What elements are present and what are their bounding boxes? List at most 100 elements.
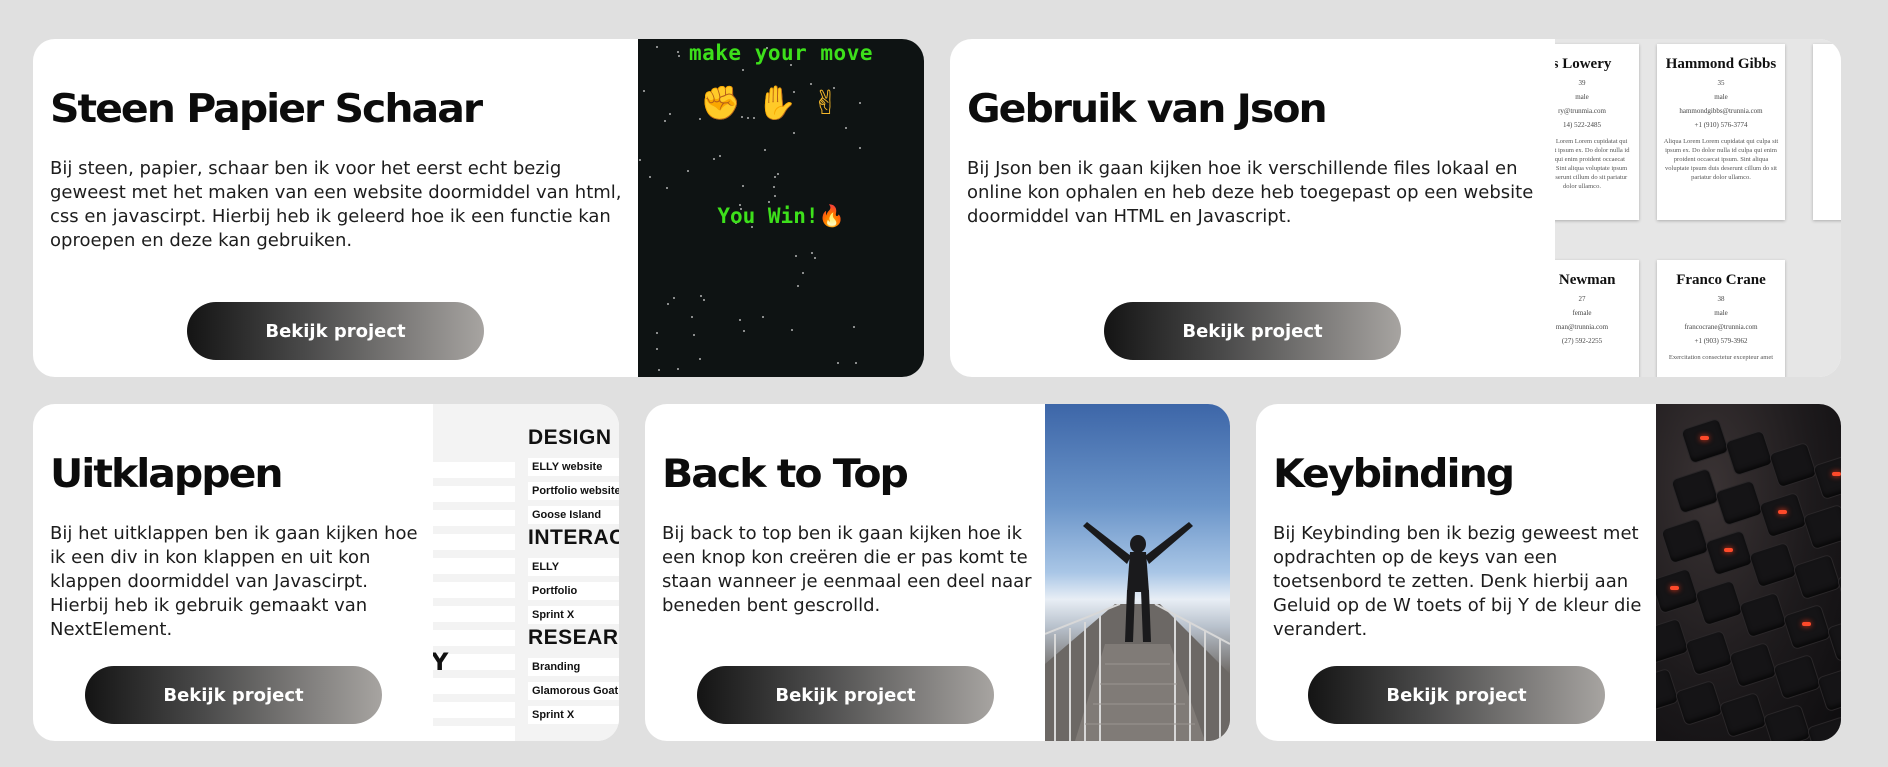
- menu-item: Portfolio: [528, 582, 619, 600]
- keyboard-key: [1656, 668, 1679, 714]
- star-dot: [837, 362, 839, 364]
- project-card-keybinding: Keybinding Bij Keybinding ben ik bezig g…: [1256, 404, 1841, 741]
- project-image-rps-game: make your move ✊ ✋ ✌ You Win!🔥: [638, 39, 924, 377]
- star-dot: [859, 147, 861, 149]
- key-backlight: [1778, 510, 1787, 514]
- project-description: Bij Json ben ik gaan kijken hoe ik versc…: [967, 158, 1534, 227]
- key-backlight: [1724, 548, 1733, 552]
- star-dot: [719, 155, 721, 157]
- keyboard-key: [1807, 716, 1841, 741]
- key-backlight: [1802, 622, 1811, 626]
- keyboard-key: [1763, 704, 1811, 741]
- star-dot: [774, 195, 776, 197]
- keyboard-key: [1725, 430, 1773, 476]
- menu-heading: DESIGN: [528, 426, 612, 449]
- star-dot: [691, 316, 693, 318]
- view-project-button[interactable]: Bekijk project: [85, 666, 382, 724]
- person-card: Franco Crane 38 male francocrane@trunnia…: [1657, 260, 1785, 377]
- project-card-steen-papier-schaar: Steen Papier Schaar Bij steen, papier, s…: [33, 39, 924, 377]
- keyboard-key: [1681, 418, 1729, 464]
- star-dot: [673, 297, 675, 299]
- menu-item: Goose Island: [528, 506, 619, 524]
- project-image-mountain-photo: [1045, 404, 1230, 741]
- star-dot: [845, 127, 847, 129]
- project-image-json-cards: s Lowery 39 male ry@trunmia.com 14) 522-…: [1555, 39, 1841, 377]
- menu-heading: INTERAC: [528, 526, 619, 549]
- person-silhouette: [1083, 522, 1193, 642]
- keyboard-key: [1739, 592, 1787, 638]
- keyboard-key: [1729, 642, 1777, 688]
- star-dot: [793, 132, 795, 134]
- view-project-button[interactable]: Bekijk project: [1104, 302, 1401, 360]
- menu-item: ELLY: [528, 558, 619, 576]
- star-dot: [762, 316, 764, 318]
- keyboard-key: [1837, 566, 1841, 612]
- keyboard-key: [1827, 616, 1841, 662]
- star-dot: [643, 90, 645, 92]
- keyboard-key: [1817, 666, 1841, 712]
- rock-icon: ✊: [700, 83, 742, 122]
- menu-item: Sprint X: [528, 606, 619, 624]
- view-project-button[interactable]: Bekijk project: [187, 302, 484, 360]
- keyboard-key: [1685, 630, 1733, 676]
- key-backlight: [1670, 586, 1679, 590]
- star-dot: [658, 369, 660, 371]
- person-card: s Lowery 39 male ry@trunmia.com 14) 522-…: [1555, 44, 1639, 220]
- key-backlight: [1832, 472, 1841, 476]
- star-dot: [811, 252, 813, 254]
- star-dot: [855, 362, 857, 364]
- project-card-gebruik-van-json: Gebruik van Json Bij Json ben ik gaan ki…: [950, 39, 1841, 377]
- person-card-partial: [1813, 44, 1841, 220]
- keyboard-key: [1769, 442, 1817, 488]
- keyboard-key: [1749, 542, 1797, 588]
- project-image-collapse-menu: Y DESIGN ELLY website Portfolio website …: [433, 404, 619, 741]
- keyboard-key: [1656, 618, 1689, 664]
- star-dot: [713, 158, 715, 160]
- keyboard-key: [1759, 492, 1807, 538]
- hand-choices: ✊ ✋ ✌: [700, 83, 868, 123]
- menu-item: Glamorous Goat: [528, 682, 619, 700]
- menu-item: Branding: [528, 658, 619, 676]
- keyboard-key: [1671, 468, 1719, 514]
- project-card-uitklappen: Uitklappen Bij het uitklappen ben ik gaa…: [33, 404, 619, 741]
- star-dot: [764, 149, 766, 151]
- star-dot: [699, 358, 701, 360]
- person-card: Hammond Gibbs 35 male hammondgibbs@trunn…: [1657, 44, 1785, 220]
- view-project-button[interactable]: Bekijk project: [1308, 666, 1605, 724]
- star-dot: [693, 334, 695, 336]
- star-dot: [853, 326, 855, 328]
- keyboard-key: [1719, 692, 1767, 738]
- keyboard-key: [1773, 654, 1821, 700]
- star-dot: [667, 303, 669, 305]
- star-dot: [664, 120, 666, 122]
- keyboard-key: [1783, 604, 1831, 650]
- key-backlight: [1700, 436, 1709, 440]
- side-mark: Y: [433, 648, 449, 676]
- project-title: Uitklappen: [50, 451, 284, 497]
- view-project-button[interactable]: Bekijk project: [697, 666, 994, 724]
- keyboard-key: [1715, 480, 1763, 526]
- star-dot: [739, 319, 741, 321]
- star-dot: [791, 329, 793, 331]
- star-dot: [777, 173, 779, 175]
- star-dot: [802, 272, 804, 274]
- project-title: Keybinding: [1273, 451, 1515, 497]
- star-dot: [773, 186, 775, 188]
- project-card-back-to-top: Back to Top Bij back to top ben ik gaan …: [645, 404, 1230, 741]
- star-dot: [656, 348, 658, 350]
- star-dot: [677, 368, 679, 370]
- menu-heading: RESEARC: [528, 626, 619, 649]
- menu-item: ELLY website: [528, 458, 619, 476]
- keyboard-key: [1705, 530, 1753, 576]
- game-heading: make your move: [688, 41, 873, 65]
- keyboard-key: [1803, 504, 1841, 550]
- project-description: Bij Keybinding ben ik bezig geweest met …: [1273, 523, 1642, 640]
- person-card: e Newman 27 female man@trunnia.com (27) …: [1555, 260, 1639, 377]
- star-dot: [768, 201, 770, 203]
- project-description: Bij steen, papier, schaar ben ik voor he…: [50, 158, 622, 251]
- star-dot: [774, 176, 776, 178]
- star-dot: [700, 295, 702, 297]
- keyboard-key: [1661, 518, 1709, 564]
- menu-item: Sprint X: [528, 706, 619, 724]
- scissors-icon: ✌: [812, 83, 840, 122]
